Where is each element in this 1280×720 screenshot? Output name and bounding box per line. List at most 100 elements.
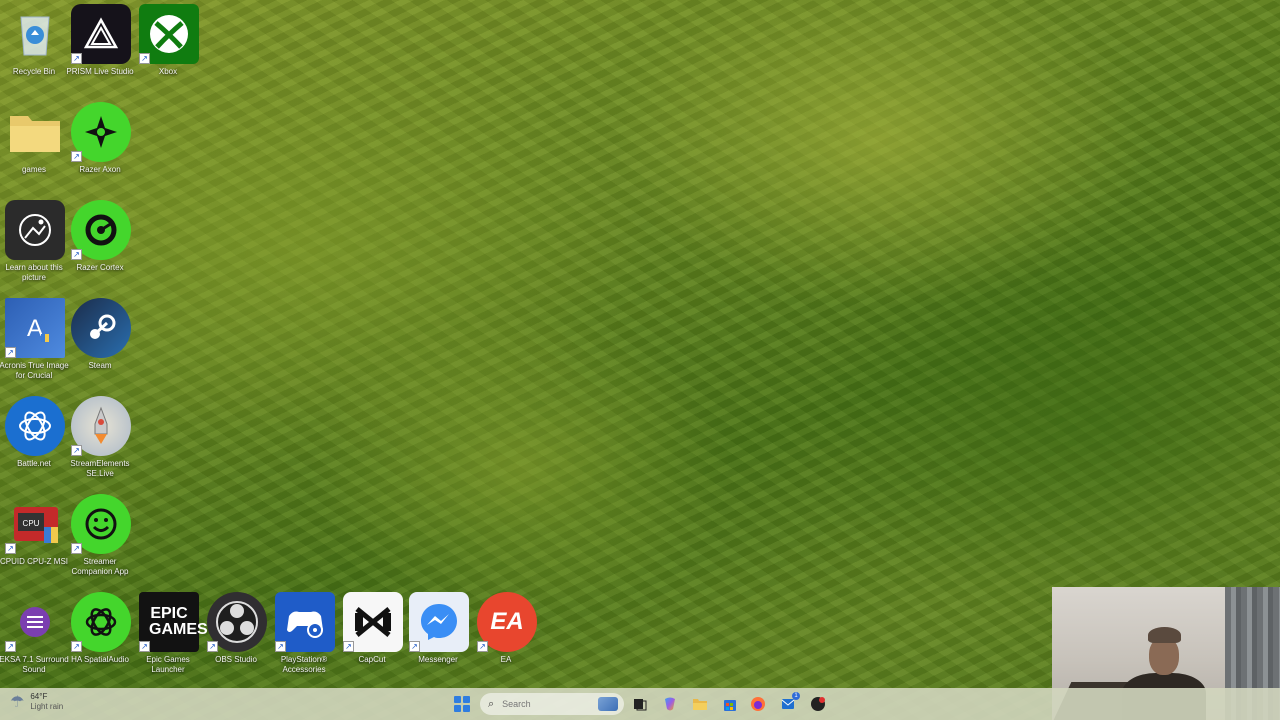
playstation-icon: ↗ — [275, 592, 335, 652]
shortcut-arrow-icon: ↗ — [477, 641, 488, 652]
shortcut-arrow-icon: ↗ — [5, 641, 16, 652]
icon-label: PRISM Live Studio — [66, 67, 134, 76]
windows-logo-tile — [463, 696, 470, 703]
shortcut-arrow-icon: ↗ — [71, 53, 82, 64]
shortcut-arrow-icon: ↗ — [71, 543, 82, 554]
weather-widget[interactable]: ☂ 64°F Light rain — [10, 692, 63, 712]
webcam-person-cap — [1148, 627, 1181, 643]
icon-label: Epic Games Launcher — [146, 655, 190, 674]
icon-label: Acronis True Image for Crucial — [0, 361, 69, 380]
streamelements-desktop-icon[interactable]: ↗ StreamElements SE.Live — [68, 396, 134, 492]
search-highlight-icon — [598, 697, 618, 711]
ea-logo-text: EA — [490, 608, 524, 635]
games-folder-desktop-icon[interactable]: games — [2, 102, 68, 198]
app-icon[interactable] — [808, 694, 828, 714]
icon-label: games — [21, 165, 46, 174]
icon-label: PlayStation® Accessories — [280, 655, 328, 674]
file-explorer-icon[interactable] — [690, 694, 710, 714]
steam-desktop-icon[interactable]: Steam — [68, 298, 134, 394]
windows-logo-tile — [454, 696, 461, 703]
epic-games-desktop-icon[interactable]: EPIC GAMES ↗ Epic Games Launcher — [136, 592, 208, 688]
weather-temp: 64°F — [30, 692, 48, 701]
icon-label: HA SpatialAudio — [71, 655, 129, 664]
learn-about-picture-desktop-icon[interactable]: Learn about this picture — [2, 200, 68, 296]
steam-icon — [71, 298, 131, 358]
razer-axon-desktop-icon[interactable]: ↗ Razer Axon — [68, 102, 134, 198]
playstation-accessories-desktop-icon[interactable]: ↗ PlayStation® Accessories — [272, 592, 338, 688]
icon-label: Battle.net — [17, 459, 51, 468]
task-view-icon[interactable] — [630, 694, 650, 714]
svg-text:CPU: CPU — [23, 519, 40, 528]
camera-icon — [5, 200, 65, 260]
store-icon[interactable] — [720, 694, 740, 714]
shortcut-arrow-icon: ↗ — [5, 543, 16, 554]
folder-icon — [5, 102, 65, 162]
icon-label: Streamer Companion App — [71, 557, 129, 576]
shortcut-arrow-icon: ↗ — [343, 641, 354, 652]
shortcut-arrow-icon: ↗ — [71, 641, 82, 652]
shortcut-arrow-icon: ↗ — [139, 53, 150, 64]
windows-logo-tile — [463, 705, 470, 712]
icon-label: Steam — [88, 361, 112, 370]
recycle-bin-desktop-icon[interactable]: Recycle Bin — [2, 4, 68, 100]
shortcut-arrow-icon: ↗ — [71, 445, 82, 456]
acronis-icon: A ↗ — [5, 298, 65, 358]
shortcut-arrow-icon: ↗ — [409, 641, 420, 652]
shortcut-arrow-icon: ↗ — [71, 249, 82, 260]
icon-label: Razer Cortex — [76, 263, 124, 272]
start-button[interactable] — [454, 696, 470, 712]
icon-label: StreamElements SE.Live — [70, 459, 130, 478]
messenger-desktop-icon[interactable]: ↗ Messenger — [406, 592, 472, 688]
ea-desktop-icon[interactable]: EA ↗ EA — [474, 592, 540, 688]
streamer-companion-desktop-icon[interactable]: ↗ Streamer Companion App — [68, 494, 134, 590]
rain-cloud-icon: ☂ — [10, 694, 25, 711]
messenger-icon: ↗ — [409, 592, 469, 652]
ea-icon: EA ↗ — [477, 592, 537, 652]
copilot-icon[interactable] — [660, 694, 680, 714]
search-icon: ⌕ — [488, 697, 495, 710]
epic-logo-text: EPIC GAMES — [149, 605, 208, 638]
svg-text:A: A — [27, 315, 43, 342]
smiley-icon: ↗ — [71, 494, 131, 554]
windows-logo-tile — [454, 705, 461, 712]
taskbar-search[interactable]: ⌕ Search — [480, 693, 624, 715]
icon-label: Recycle Bin — [12, 67, 56, 76]
acronis-desktop-icon[interactable]: A ↗ Acronis True Image for Crucial — [0, 298, 69, 394]
obs-studio-desktop-icon[interactable]: ↗ OBS Studio — [204, 592, 270, 688]
icon-label: OBS Studio — [215, 655, 257, 664]
battlenet-icon — [5, 396, 65, 456]
shortcut-arrow-icon: ↗ — [275, 641, 286, 652]
icon-label: CPUID CPU-Z MSI — [0, 557, 68, 566]
shortcut-arrow-icon: ↗ — [207, 641, 218, 652]
razer-cortex-desktop-icon[interactable]: ↗ Razer Cortex — [68, 200, 134, 296]
cpuz-desktop-icon[interactable]: CPU ↗ CPUID CPU-Z MSI — [0, 494, 68, 590]
search-placeholder: Search — [502, 699, 531, 709]
eksa-desktop-icon[interactable]: ↗ EKSA 7.1 Surround Sound — [0, 592, 69, 688]
ha-spatialaudio-desktop-icon[interactable]: ↗ HA SpatialAudio — [68, 592, 134, 688]
icon-label: Learn about this picture — [5, 263, 63, 282]
shortcut-arrow-icon: ↗ — [139, 641, 150, 652]
eksa-icon: ↗ — [5, 592, 65, 652]
firefox-icon[interactable] — [748, 694, 768, 714]
obs-icon: ↗ — [207, 592, 267, 652]
xbox-icon: ↗ — [139, 4, 199, 64]
spatial-audio-icon: ↗ — [71, 592, 131, 652]
notification-badge: 1 — [792, 692, 800, 700]
icon-label: Razer Axon — [79, 165, 121, 174]
icon-label: CapCut — [358, 655, 386, 664]
epic-games-icon: EPIC GAMES ↗ — [139, 592, 208, 652]
battlenet-desktop-icon[interactable]: Battle.net — [2, 396, 68, 492]
xbox-desktop-icon[interactable]: ↗ Xbox — [136, 4, 202, 100]
capcut-desktop-icon[interactable]: ↗ CapCut — [340, 592, 406, 688]
icon-label: EA — [500, 655, 512, 664]
recycle-bin-icon — [5, 4, 65, 64]
weather-condition: Light rain — [30, 702, 64, 711]
shortcut-arrow-icon: ↗ — [71, 151, 82, 162]
rocket-icon: ↗ — [71, 396, 131, 456]
icon-label: Messenger — [418, 655, 458, 664]
prism-live-studio-desktop-icon[interactable]: ↗ PRISM Live Studio — [66, 4, 134, 100]
outlook-icon[interactable]: 1 — [778, 692, 800, 714]
taskbar: ☂ 64°F Light rain ⌕ Search 1 — [0, 688, 1280, 720]
razer-cortex-icon: ↗ — [71, 200, 131, 260]
icon-label: EKSA 7.1 Surround Sound — [0, 655, 69, 674]
